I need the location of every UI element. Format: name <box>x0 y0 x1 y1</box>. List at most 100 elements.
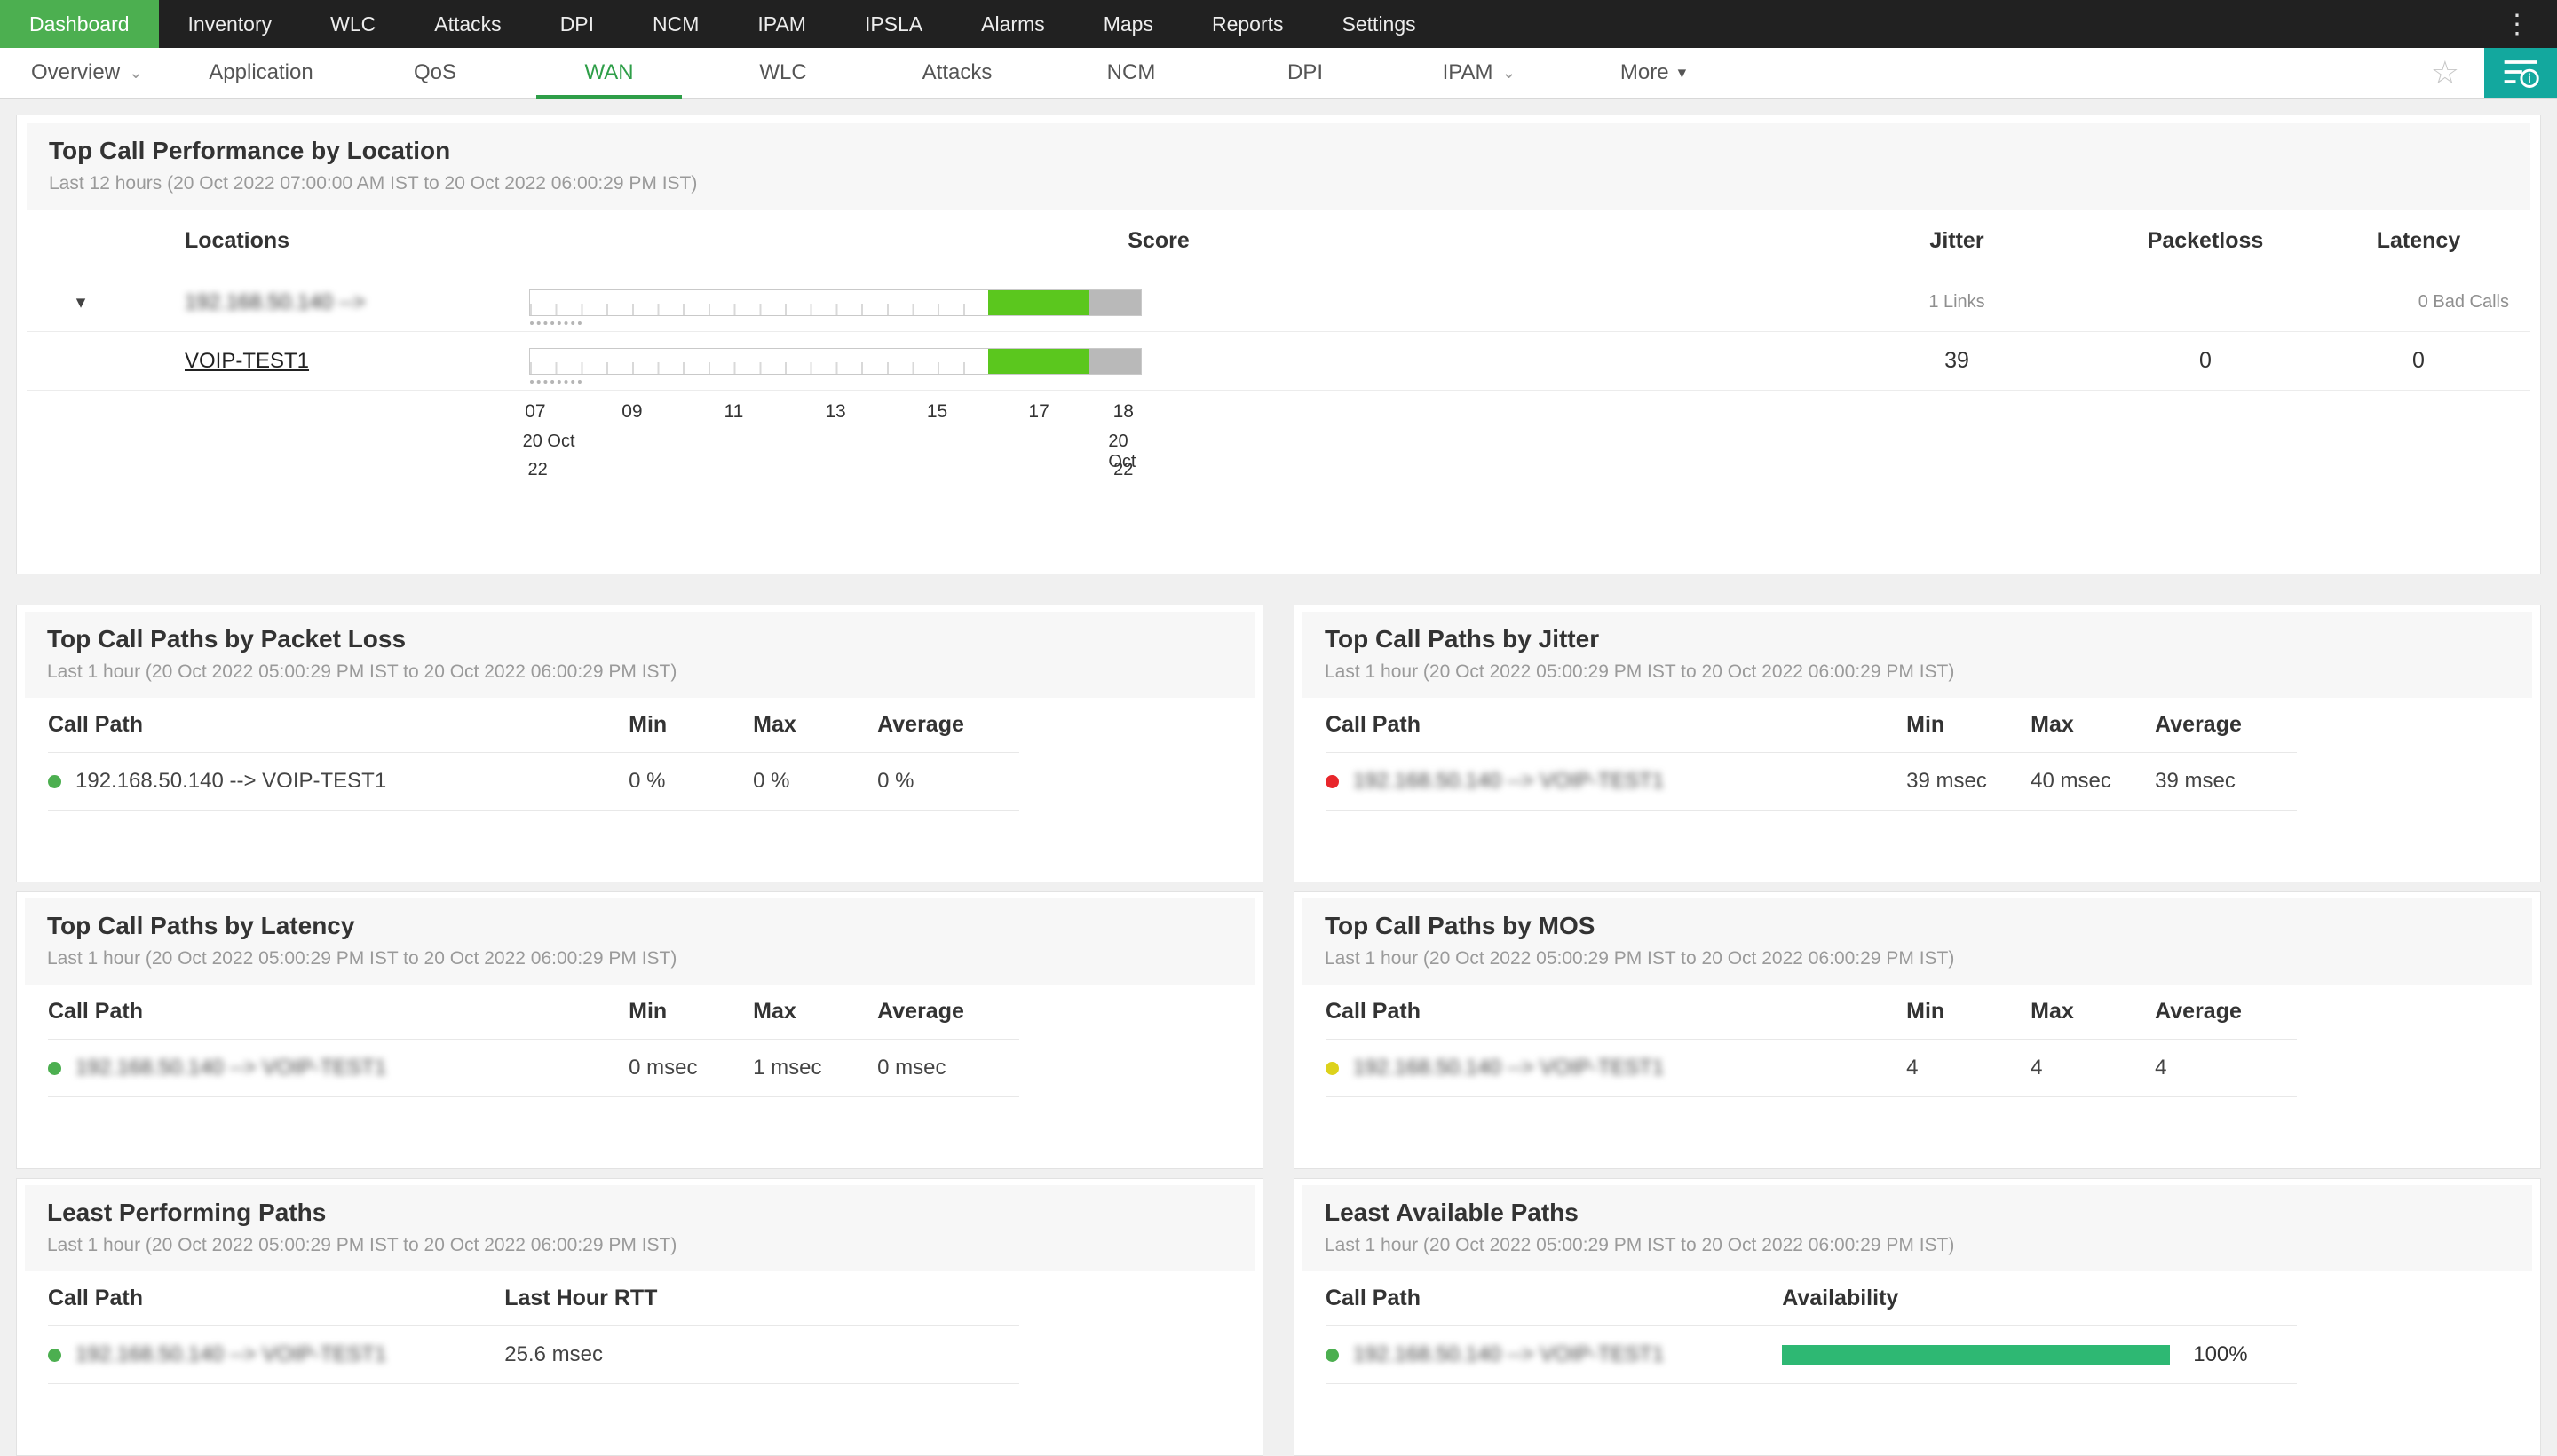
average-value: 0 msec <box>877 1056 1019 1080</box>
score-timeline-chart <box>529 289 1142 316</box>
max-value: 1 msec <box>753 1056 877 1080</box>
col-call-path: Call Path <box>1326 712 1906 738</box>
nav-item-attacks[interactable]: Attacks <box>405 0 530 48</box>
packetloss-value: 0 <box>2090 348 2321 374</box>
top-navbar: Dashboard Inventory WLC Attacks DPI NCM … <box>0 0 2557 48</box>
panel-title: Top Call Paths by Jitter <box>1325 625 2510 653</box>
panel-top-call-performance: Top Call Performance by Location Last 12… <box>16 115 2541 574</box>
status-dot <box>1326 1062 1339 1075</box>
expand-caret-icon[interactable]: ▾ <box>41 291 121 313</box>
panel-top-call-paths-by-packet-loss: Top Call Paths by Packet Loss Last 1 hou… <box>16 605 1263 882</box>
col-average: Average <box>877 712 1019 738</box>
tab-more[interactable]: More ▾ <box>1566 48 1740 98</box>
nav-item-dashboard[interactable]: Dashboard <box>0 0 159 48</box>
call-path-table: Call Path Min Max Average 192.168.50.140… <box>1326 698 2297 811</box>
jitter-value: 39 <box>1824 348 2090 374</box>
latency-value: 0 <box>2321 348 2516 374</box>
panel-title: Top Call Paths by MOS <box>1325 912 2510 940</box>
panel-top-call-paths-by-jitter: Top Call Paths by Jitter Last 1 hour (20… <box>1294 605 2541 882</box>
score-segment-nodata <box>1089 349 1141 374</box>
tab-application[interactable]: Application <box>174 48 348 98</box>
score-cell <box>494 289 1824 316</box>
col-average: Average <box>877 999 1019 1025</box>
axis-tick: 09 <box>621 401 642 423</box>
tab-dpi[interactable]: DPI <box>1218 48 1392 98</box>
location-label[interactable]: 192.168.50.140 --> <box>121 290 494 315</box>
panel-subtitle: Last 1 hour (20 Oct 2022 05:00:29 PM IST… <box>1325 661 2510 683</box>
call-path-label[interactable]: 192.168.50.140 --> VOIP-TEST1 <box>75 1342 386 1367</box>
panel-top-call-paths-by-latency: Top Call Paths by Latency Last 1 hour (2… <box>16 891 1263 1169</box>
tab-overview[interactable]: Overview ⌄ <box>0 48 174 98</box>
axis-tick: 11 <box>724 401 744 423</box>
nav-item-ipsla[interactable]: IPSLA <box>835 0 952 48</box>
timeline-brush[interactable] <box>530 321 582 325</box>
call-path-cell: 192.168.50.140 --> VOIP-TEST1 <box>48 1342 504 1367</box>
call-path-label[interactable]: 192.168.50.140 --> VOIP-TEST1 <box>1353 769 1664 794</box>
col-locations: Locations <box>121 228 494 254</box>
min-value: 0 % <box>629 769 753 794</box>
panel-header: Least Performing Paths Last 1 hour (20 O… <box>25 1185 1255 1271</box>
score-segment-good <box>988 290 1089 315</box>
panel-header: Top Call Paths by Jitter Last 1 hour (20… <box>1302 612 2532 698</box>
nav-item-inventory[interactable]: Inventory <box>159 0 302 48</box>
tab-wan-label: WAN <box>584 60 633 85</box>
call-path-label[interactable]: 192.168.50.140 --> VOIP-TEST1 <box>75 1056 386 1080</box>
axis-tick: 07 <box>525 401 545 423</box>
nav-item-alarms[interactable]: Alarms <box>952 0 1074 48</box>
call-path-label[interactable]: 192.168.50.140 --> VOIP-TEST1 <box>75 769 386 794</box>
tab-wan[interactable]: WAN <box>522 48 696 98</box>
panel-title: Top Call Paths by Latency <box>47 912 1232 940</box>
col-max: Max <box>2031 712 2155 738</box>
score-cell <box>494 348 1824 375</box>
col-score: Score <box>494 228 1824 254</box>
kebab-menu-icon[interactable]: ⋮ <box>2477 0 2557 48</box>
tab-ipam[interactable]: IPAM ⌄ <box>1392 48 1566 98</box>
nav-item-ncm[interactable]: NCM <box>623 0 728 48</box>
tab-wlc[interactable]: WLC <box>696 48 870 98</box>
links-count: 1 Links <box>1824 292 2090 313</box>
bad-calls-count: 0 Bad Calls <box>2321 292 2516 313</box>
location-row: ▾ 192.168.50.140 --> 1 Links 0 Bad Calls <box>27 273 2530 332</box>
tab-attacks[interactable]: Attacks <box>870 48 1044 98</box>
panel-header: Top Call Paths by Latency Last 1 hour (2… <box>25 898 1255 985</box>
tab-overview-label: Overview <box>31 60 120 85</box>
col-min: Min <box>1906 712 2031 738</box>
timeline-brush[interactable] <box>530 380 582 384</box>
table-header: Call Path Min Max Average <box>1326 698 2297 753</box>
nav-item-ipam[interactable]: IPAM <box>728 0 835 48</box>
voip-test1-link[interactable]: VOIP-TEST1 <box>185 349 309 373</box>
dashboard-widgets-button[interactable]: i <box>2484 48 2557 98</box>
panel-subtitle: Last 12 hours (20 Oct 2022 07:00:00 AM I… <box>49 173 2508 194</box>
axis-tick: 18 <box>1113 401 1134 423</box>
status-dot <box>48 775 61 788</box>
tab-qos[interactable]: QoS <box>348 48 522 98</box>
favorite-star-icon[interactable]: ☆ <box>2406 57 2484 89</box>
nav-item-maps[interactable]: Maps <box>1074 0 1183 48</box>
table-row: 192.168.50.140 --> VOIP-TEST1 39 msec 40… <box>1326 753 2297 811</box>
axis-start-date: 20 Oct <box>523 431 575 452</box>
call-path-label[interactable]: 192.168.50.140 --> VOIP-TEST1 <box>1353 1342 1664 1367</box>
col-min: Min <box>1906 999 2031 1025</box>
nav-item-wlc[interactable]: WLC <box>301 0 405 48</box>
panel-title: Least Available Paths <box>1325 1199 2510 1227</box>
location-label-text: 192.168.50.140 --> <box>185 290 366 314</box>
col-call-path: Call Path <box>1326 999 1906 1025</box>
col-max: Max <box>753 999 877 1025</box>
tab-qos-label: QoS <box>414 60 456 85</box>
nav-item-settings[interactable]: Settings <box>1313 0 1445 48</box>
tab-wlc-label: WLC <box>759 60 806 85</box>
tab-more-label: More <box>1620 60 1669 85</box>
subnav-actions: ☆ i <box>2406 48 2557 98</box>
panel-least-available-paths: Least Available Paths Last 1 hour (20 Oc… <box>1294 1178 2541 1456</box>
average-value: 39 msec <box>2155 769 2297 794</box>
nav-item-dpi[interactable]: DPI <box>531 0 623 48</box>
call-path-label[interactable]: 192.168.50.140 --> VOIP-TEST1 <box>1353 1056 1664 1080</box>
col-call-path: Call Path <box>48 1286 504 1311</box>
col-max: Max <box>753 712 877 738</box>
score-segment-nodata <box>1089 290 1141 315</box>
tab-attacks-label: Attacks <box>922 60 993 85</box>
tab-ncm[interactable]: NCM <box>1044 48 1218 98</box>
nav-item-reports[interactable]: Reports <box>1183 0 1313 48</box>
col-call-path: Call Path <box>1326 1286 1782 1311</box>
table-row: 192.168.50.140 --> VOIP-TEST1 0 % 0 % 0 … <box>48 753 1019 811</box>
